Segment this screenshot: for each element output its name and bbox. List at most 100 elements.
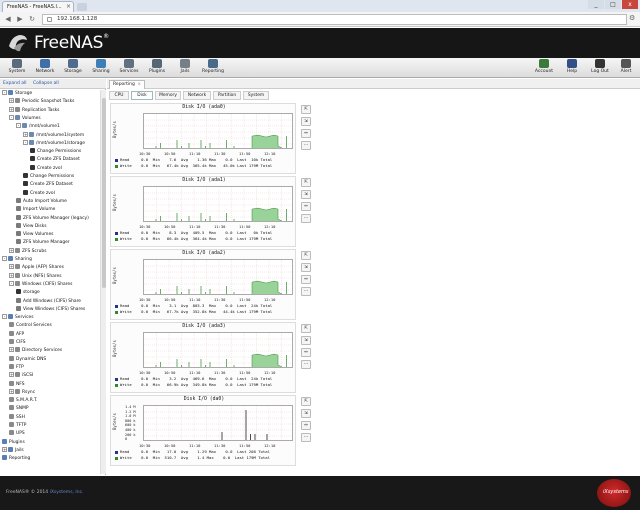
expand-icon[interactable]: + <box>9 98 14 104</box>
expand-icon[interactable]: + <box>9 347 14 353</box>
tree-item--mnt-volume1[interactable]: - /mnt/volume1 <box>16 123 60 131</box>
expand-all-link[interactable]: Expand all <box>3 81 27 86</box>
collapse-icon[interactable]: - <box>23 139 28 145</box>
tree-item-ups[interactable]: UPS <box>9 430 25 438</box>
tree-item-storage[interactable]: storage <box>16 289 40 297</box>
tree-item-services[interactable]: - Services <box>2 314 34 322</box>
tab-reporting[interactable]: Reporting x <box>109 80 145 89</box>
pan-button[interactable]: ↔ <box>301 129 311 138</box>
back-icon[interactable]: ◀ <box>3 14 13 24</box>
more-button[interactable]: ⋯ <box>301 433 311 442</box>
collapse-icon[interactable]: - <box>2 256 7 261</box>
tree-item-view-disks[interactable]: View Disks <box>16 222 47 231</box>
collapse-icon[interactable]: - <box>2 314 7 320</box>
toolbar-account-button[interactable]: Account <box>532 59 556 77</box>
tab-memory[interactable]: Memory <box>155 91 181 100</box>
wrench-icon[interactable]: ⚙ <box>629 14 635 22</box>
tree-item-ftp[interactable]: FTP <box>9 363 24 372</box>
pan-button[interactable]: ↔ <box>301 421 311 430</box>
ixsystems-link[interactable]: iXsystems, Inc. <box>50 490 84 495</box>
url-input[interactable]: 192.168.1.128 <box>42 14 627 25</box>
scrollbar-thumb[interactable] <box>102 98 106 288</box>
expand-icon[interactable]: + <box>23 131 28 137</box>
toolbar-plugins-button[interactable]: Plugins <box>145 59 169 77</box>
toolbar-log-out-button[interactable]: Log Out <box>588 59 612 77</box>
toolbar-sharing-button[interactable]: Sharing <box>89 59 113 77</box>
tree-item-zfs-volume-manager-legacy-[interactable]: ZFS Volume Manager (legacy) <box>16 214 89 223</box>
tree-item-create-zfs-dataset[interactable]: Create ZFS Dataset <box>30 156 80 164</box>
tree-item-create-zvol[interactable]: Create zvol <box>30 164 62 173</box>
tree-item-s-m-a-r-t-[interactable]: S.M.A.R.T. <box>9 397 38 405</box>
collapse-icon[interactable]: - <box>16 123 21 129</box>
new-tab-button[interactable] <box>77 3 87 11</box>
zoom-in-button[interactable]: ⇱ <box>301 178 311 187</box>
toolbar-jails-button[interactable]: Jails <box>173 59 197 77</box>
tab-system[interactable]: System <box>243 91 269 100</box>
tree-item-rsync[interactable]: + Rsync <box>9 388 35 397</box>
tab-network[interactable]: Network <box>183 91 211 100</box>
tree-item-tftp[interactable]: TFTP <box>9 422 26 430</box>
tree-item-windows-cifs-shares[interactable]: - Windows (CIFS) Shares <box>9 280 72 289</box>
tree-item-dynamic-dns[interactable]: Dynamic DNS <box>9 355 46 364</box>
tree-item--mnt-volume1-storage[interactable]: - /mnt/volume1/storage <box>23 139 85 148</box>
zoom-in-button[interactable]: ⇱ <box>301 251 311 260</box>
zoom-out-button[interactable]: ⇲ <box>301 336 311 345</box>
toolbar-services-button[interactable]: Services <box>117 59 141 77</box>
pan-button[interactable]: ↔ <box>301 202 311 211</box>
tree-item-afp[interactable]: AFP <box>9 330 24 339</box>
maximize-button[interactable]: □ <box>605 0 621 9</box>
tree-item-cifs[interactable]: CIFS <box>9 339 26 347</box>
tree-item-create-zvol[interactable]: Create zvol <box>23 189 55 198</box>
zoom-out-button[interactable]: ⇲ <box>301 409 311 418</box>
browser-tab[interactable]: FreeNAS - FreeNAS.l... × <box>2 1 74 12</box>
tree-item-storage[interactable]: - Storage <box>2 90 32 98</box>
tab-disk[interactable]: Disk <box>131 91 153 100</box>
tree-item-snmp[interactable]: SNMP <box>9 405 29 413</box>
tree-item-apple-afp-shares[interactable]: + Apple (AFP) Shares <box>9 264 64 272</box>
minimize-button[interactable]: _ <box>588 0 604 9</box>
expand-icon[interactable]: + <box>9 264 14 270</box>
tree-item-view-volumes[interactable]: View Volumes <box>16 231 53 239</box>
tree-item-sharing[interactable]: - Sharing <box>2 256 32 264</box>
toolbar-network-button[interactable]: Network <box>33 59 57 77</box>
tree-item-view-windows-cifs-shares[interactable]: View Windows (CIFS) Shares <box>16 305 85 314</box>
more-button[interactable]: ⋯ <box>301 214 311 223</box>
tree-item-add-windows-cifs-share[interactable]: Add Windows (CIFS) Share <box>16 297 81 306</box>
tree-item-ssh[interactable]: SSH <box>9 413 25 422</box>
tree-item-reporting[interactable]: Reporting <box>2 455 30 463</box>
toolbar-storage-button[interactable]: Storage <box>61 59 85 77</box>
tree-item-nfs[interactable]: NFS <box>9 380 25 389</box>
more-button[interactable]: ⋯ <box>301 287 311 296</box>
more-button[interactable]: ⋯ <box>301 141 311 150</box>
tree-item-zfs-volume-manager[interactable]: ZFS Volume Manager <box>16 239 70 247</box>
pan-button[interactable]: ↔ <box>301 275 311 284</box>
collapse-icon[interactable]: - <box>2 90 7 95</box>
collapse-icon[interactable]: - <box>9 280 14 286</box>
tree-scrollbar[interactable] <box>100 90 106 474</box>
tree-item-control-services[interactable]: Control Services <box>9 322 52 330</box>
zoom-out-button[interactable]: ⇲ <box>301 117 311 126</box>
tree-item-iscsi[interactable]: + iSCSI <box>9 372 33 380</box>
zoom-out-button[interactable]: ⇲ <box>301 190 311 199</box>
more-button[interactable]: ⋯ <box>301 360 311 369</box>
expand-icon[interactable]: + <box>9 372 14 378</box>
toolbar-system-button[interactable]: System <box>5 59 29 77</box>
close-window-button[interactable]: x <box>622 0 638 9</box>
expand-icon[interactable]: + <box>9 247 14 253</box>
tree-item--mnt-volume1-system[interactable]: + /mnt/volume1/system <box>23 131 84 140</box>
tree-item-directory-services[interactable]: + Directory Services <box>9 347 62 355</box>
tree-item-import-volume[interactable]: Import Volume <box>16 206 55 214</box>
expand-icon[interactable]: + <box>2 446 7 452</box>
tree-item-plugins[interactable]: Plugins <box>2 438 25 447</box>
toolbar-reporting-button[interactable]: Reporting <box>201 59 225 77</box>
close-tab-icon[interactable]: × <box>66 2 71 12</box>
zoom-in-button[interactable]: ⇱ <box>301 324 311 333</box>
tree-item-change-permissions[interactable]: Change Permissions <box>23 173 74 181</box>
collapse-all-link[interactable]: Collapse all <box>33 81 59 86</box>
toolbar-alert-button[interactable]: Alert <box>614 59 638 77</box>
toolbar-help-button[interactable]: Help <box>560 59 584 77</box>
forward-icon[interactable]: ▶ <box>15 14 25 24</box>
close-tab-icon[interactable]: x <box>138 82 141 87</box>
zoom-out-button[interactable]: ⇲ <box>301 263 311 272</box>
pan-button[interactable]: ↔ <box>301 348 311 357</box>
